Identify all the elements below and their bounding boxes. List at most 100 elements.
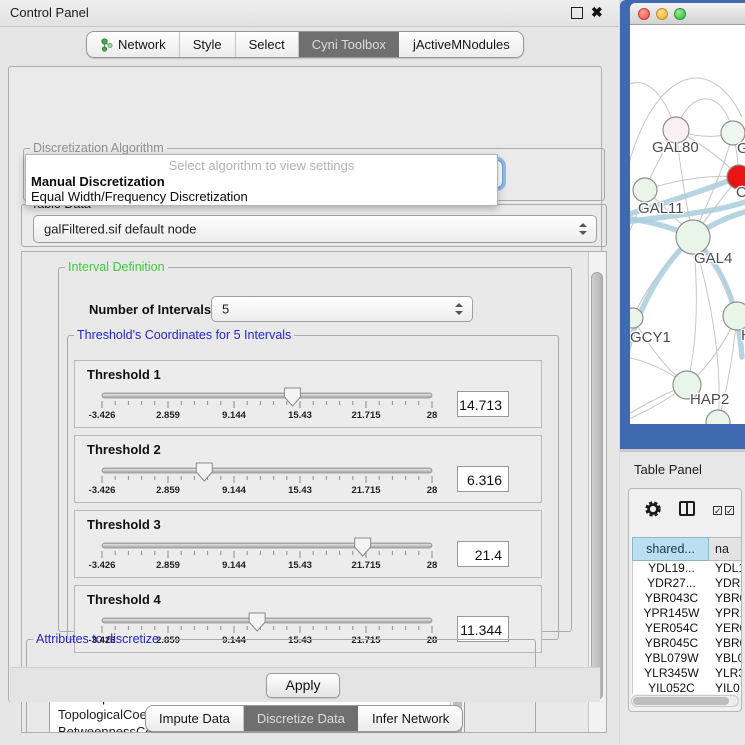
tab-impute-data[interactable]: Impute Data [146,706,243,731]
cell-shared-name[interactable]: YLR345W [633,666,710,681]
zoom-light-icon[interactable] [674,8,686,20]
threshold-slider[interactable]: -3.4262.8599.14415.4321.71528 [89,460,445,500]
settings-scrollpane: Interval Definition Number of Intervals … [21,251,607,733]
interval-definition-group: Interval Definition Number of Intervals … [58,260,572,632]
gear-icon[interactable] [643,499,663,519]
tab-discretize-data[interactable]: Discretize Data [243,706,358,731]
table-row[interactable]: YDL19...YDL1 [633,561,742,576]
slider-thumb[interactable] [249,613,265,631]
tick-label: 9.144 [222,410,246,421]
threshold-value-field[interactable]: 6.316 [457,466,509,492]
table-row[interactable]: YBR043CYBR0 [633,591,742,606]
table-panel: Table Panel ✓ ✓ shared... na YDL19...YDL… [620,452,745,745]
tick-label: 15.43 [288,485,312,496]
threshold-label: Threshold 3 [87,517,161,532]
table-row[interactable]: YIL052CYIL0 [633,681,742,694]
tab-style[interactable]: Style [179,32,235,57]
cell-name[interactable]: YLR3 [710,666,742,681]
slider-thumb[interactable] [196,463,212,481]
table-hscrollbar[interactable] [631,695,739,707]
table-row[interactable]: YBR045CYBR0 [633,636,742,651]
table-row[interactable]: YLR345WYLR3 [633,666,742,681]
tab-label: Select [249,37,285,52]
threshold-panel-3: Threshold 3 -3.4262.8599.14415.4321.71528… [74,510,542,578]
control-panel-titlebar: Control Panel ✖ [0,0,619,27]
discretization-algorithm-group-title: Discretization Algorithm [30,141,167,155]
threshold-value-field[interactable]: 21.4 [457,541,509,567]
float-window-icon[interactable] [571,7,583,19]
dropdown-option-manual-discretization[interactable]: Manual Discretization [31,174,165,189]
table-row[interactable]: YPR145WYPR1 [633,606,742,621]
settings-scrollbar[interactable] [588,252,606,732]
algorithm-dropdown-popup: Select algorithm to view settings Manual… [25,154,498,206]
table-row[interactable]: YER054CYER0 [633,621,742,636]
tab-label: jActiveMNodules [413,37,510,52]
cell-shared-name[interactable]: YBR045C [633,636,710,651]
cell-shared-name[interactable]: YBR043C [633,591,710,606]
tab-infer-network[interactable]: Infer Network [358,706,462,731]
threshold-panel-2: Threshold 2-3.4262.8599.14415.4321.71528… [74,435,542,503]
table-hscrollbar-thumb[interactable] [633,697,729,705]
threshold-panel-1: Threshold 1-3.4262.8599.14415.4321.71528… [74,360,542,428]
cell-name[interactable]: YBR0 [710,636,742,651]
network-node-gal11[interactable] [633,178,657,202]
threshold-slider[interactable]: -3.4262.8599.14415.4321.71528 [89,535,445,575]
network-canvas[interactable]: GAL80GACGAL11GAL4GCY1HHAP2 [630,25,745,424]
table-data-value: galFiltered.sif default node [44,222,196,237]
cell-name[interactable]: YPR1 [710,606,742,621]
settings-scrollbar-thumb[interactable] [591,272,603,700]
cell-name[interactable]: YDL1 [710,561,742,576]
table-row[interactable]: YBL079WYBL0 [633,651,742,666]
network-node-gal4[interactable] [676,220,710,254]
thresholds-group: Threshold's Coordinates for 5 Intervals … [67,328,559,640]
network-graph[interactable]: GAL80GACGAL11GAL4GCY1HHAP2 [630,25,745,424]
tab-label: Infer Network [372,711,449,726]
network-node[interactable] [706,410,730,424]
node-label: GAL11 [638,200,684,217]
dropdown-option-equal-width-frequency[interactable]: Equal Width/Frequency Discretization [31,189,248,204]
minimize-light-icon[interactable] [656,8,668,20]
node-label: C [736,184,745,201]
node-table: shared... na YDL19...YDL1YDR27...YDR2YBR… [632,537,742,694]
checkbox-icon[interactable]: ✓ [725,506,734,515]
control-panel-tabbar: NetworkStyle Select Cyni Toolbox jActiveMNo… [86,31,524,58]
network-node-h[interactable] [723,302,745,330]
thresholds-body: Threshold 1-3.4262.8599.14415.4321.71528… [68,342,558,639]
table-data-combobox[interactable]: galFiltered.sif default node [33,215,597,243]
node-label: H [741,327,745,344]
table-panel-body: ✓ ✓ shared... na YDL19...YDL1YDR27...YDR… [628,488,742,712]
cell-name[interactable]: YIL0 [710,681,742,694]
tab-select[interactable]: Select [235,32,298,57]
close-icon[interactable]: ✖ [591,4,603,21]
cell-shared-name[interactable]: YDR27... [633,576,710,591]
tab-jactivemnodules[interactable]: jActiveMNodules [399,32,523,57]
table-panel-title: Table Panel [634,462,702,477]
cell-shared-name[interactable]: YPR145W [633,606,710,621]
tab-cyni-toolbox[interactable]: Cyni Toolbox [298,32,399,57]
column-header-shared-name[interactable]: shared... [632,537,709,561]
cell-shared-name[interactable]: YER054C [633,621,710,636]
tab-network[interactable]: Network [87,32,179,57]
cell-shared-name[interactable]: YIL052C [633,681,710,694]
interval-definition-title: Interval Definition [65,260,168,274]
columns-icon[interactable] [679,501,695,516]
network-window-titlebar[interactable] [630,3,745,25]
close-light-icon[interactable] [638,8,650,20]
slider-thumb[interactable] [355,538,371,556]
column-header-name[interactable]: na [709,537,742,561]
tick-label: 9.144 [222,560,246,571]
cell-shared-name[interactable]: YBL079W [633,651,710,666]
cell-name[interactable]: YBL0 [710,651,742,666]
number-of-intervals-combobox[interactable]: 5 [211,296,473,322]
tick-label: 2.859 [156,410,180,421]
threshold-value-field[interactable]: 14.713 [457,391,509,417]
apply-bar: Apply [10,667,600,702]
cell-name[interactable]: YDR2 [710,576,742,591]
checkbox-icon[interactable]: ✓ [713,506,722,515]
cell-name[interactable]: YBR0 [710,591,742,606]
cell-shared-name[interactable]: YDL19... [633,561,710,576]
threshold-slider[interactable]: -3.4262.8599.14415.4321.71528 [89,385,445,425]
apply-button[interactable]: Apply [266,673,340,698]
cell-name[interactable]: YER0 [710,621,742,636]
table-row[interactable]: YDR27...YDR2 [633,576,742,591]
